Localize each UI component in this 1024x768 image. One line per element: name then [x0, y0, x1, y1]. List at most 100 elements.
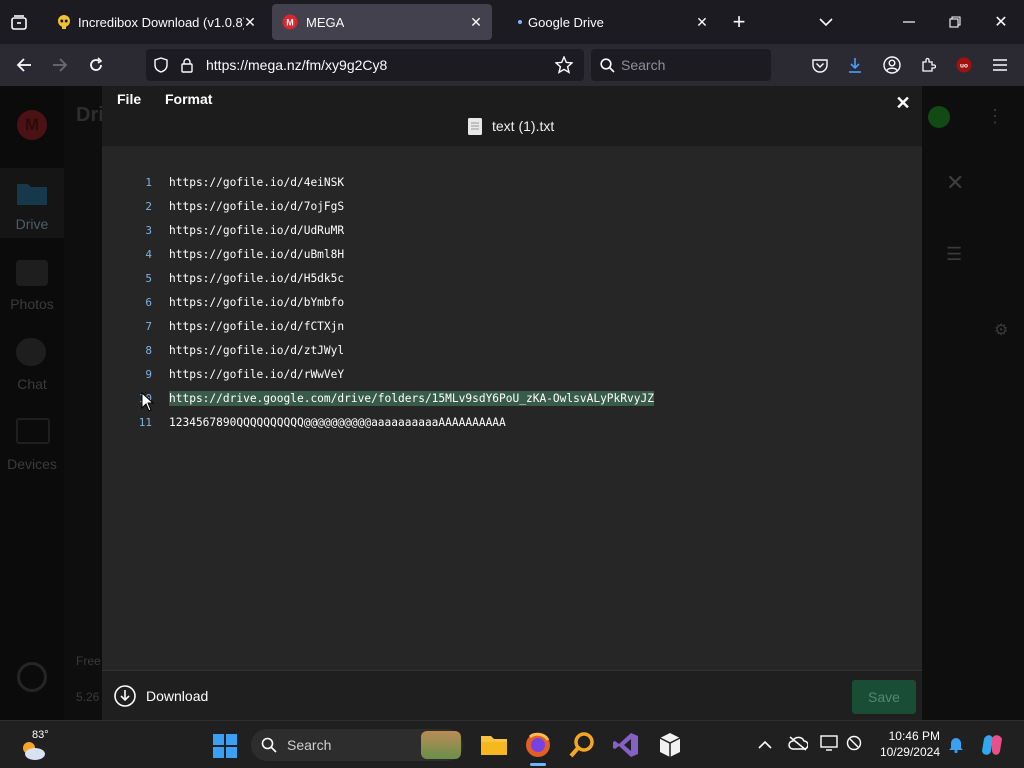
sidebar-item-drive[interactable]: Drive	[0, 168, 64, 238]
ublock-icon[interactable]: uo	[954, 55, 974, 75]
forward-icon[interactable]	[48, 53, 72, 77]
browser-tab-bar: Incredibox Download (v1.0.8) – ✕ M MEGA …	[0, 0, 1024, 44]
display-icon[interactable]	[820, 735, 840, 755]
tab-list-icon[interactable]	[8, 12, 30, 34]
chat-icon	[16, 338, 46, 366]
sidebar-item-photos[interactable]: Photos	[0, 256, 64, 316]
editor-line[interactable]: 5 https://gofile.io/d/H5dk5c	[102, 267, 922, 291]
save-button[interactable]: Save	[852, 680, 916, 714]
devices-icon	[16, 418, 50, 444]
tab-mega[interactable]: M MEGA ✕	[272, 4, 492, 40]
editor-line[interactable]: 4 https://gofile.io/d/uBml8H	[102, 243, 922, 267]
download-icon[interactable]	[845, 55, 865, 75]
weather-temp: 83°	[32, 729, 49, 741]
sidebar-item-label: Photos	[10, 296, 54, 312]
extensions-icon[interactable]	[918, 55, 938, 75]
line-number: 4	[145, 248, 152, 261]
editor-line[interactable]: 7 https://gofile.io/d/fCTXjn	[102, 315, 922, 339]
more-vertical-icon[interactable]: ⋮	[986, 106, 1004, 127]
tab-close-icon[interactable]: ✕	[468, 14, 484, 30]
network-icon[interactable]	[846, 735, 864, 755]
tab-incredibox[interactable]: Incredibox Download (v1.0.8) – ✕	[46, 4, 266, 40]
chevron-up-icon[interactable]	[758, 737, 774, 753]
bookmark-star-icon[interactable]	[554, 55, 574, 75]
editor-line[interactable]: 9 https://gofile.io/d/rWwVeY	[102, 363, 922, 387]
copilot-icon[interactable]	[980, 733, 1004, 757]
editor-line[interactable]: 3 https://gofile.io/d/UdRuMR	[102, 219, 922, 243]
weather-sun-cloud-icon	[20, 739, 46, 761]
magnifier-app-icon[interactable]	[568, 731, 596, 759]
text-editor-area[interactable]: 1 https://gofile.io/d/4eiNSK 2 https://gofi…	[102, 146, 922, 670]
notification-bell-icon[interactable]	[948, 735, 966, 755]
editor-footer: Download Save	[102, 670, 922, 720]
menu-file[interactable]: File	[117, 91, 141, 107]
close-icon[interactable]: ✕	[894, 94, 912, 112]
editor-line[interactable]: 10https://drive.google.com/drive/folders…	[102, 387, 922, 411]
weather-widget[interactable]: 83°	[18, 729, 62, 763]
chevron-down-icon[interactable]	[816, 11, 836, 33]
sidebar-item-chat[interactable]: Chat	[0, 336, 64, 396]
restore-icon[interactable]	[944, 11, 966, 33]
windows-taskbar: 83° Search 10:46 PM 10/29/2024	[0, 720, 1024, 768]
new-tab-icon[interactable]: +	[728, 9, 750, 34]
editor-line[interactable]: 6 https://gofile.io/d/bYmbfo	[102, 291, 922, 315]
line-text: https://gofile.io/d/fCTXjn	[169, 320, 345, 333]
menu-format[interactable]: Format	[165, 91, 212, 107]
gear-icon[interactable]: ⚙	[994, 320, 1008, 340]
dot-icon	[518, 20, 522, 24]
line-number: 1	[145, 176, 152, 189]
reload-icon[interactable]	[84, 53, 108, 77]
lock-icon[interactable]	[178, 56, 196, 74]
search-bar[interactable]: Search	[591, 49, 771, 81]
clock[interactable]: 10:46 PM 10/29/2024	[880, 728, 940, 760]
file-explorer-icon[interactable]	[480, 732, 508, 758]
photos-icon	[16, 260, 48, 286]
close-window-icon[interactable]: ✕	[990, 11, 1012, 33]
file-title: text (1).txt	[492, 118, 555, 134]
search-icon	[261, 737, 277, 753]
line-text: https://gofile.io/d/bYmbfo	[169, 296, 345, 309]
firefox-icon[interactable]	[524, 731, 552, 759]
package-app-icon[interactable]	[656, 731, 684, 759]
line-text: https://gofile.io/d/ztJWyl	[169, 344, 345, 357]
mega-logo-icon: M	[282, 14, 298, 30]
visual-studio-icon[interactable]	[612, 731, 640, 759]
mega-logo-icon[interactable]: M	[17, 110, 47, 140]
editor-line[interactable]: 1 https://gofile.io/d/4eiNSK	[102, 171, 922, 195]
sidebar-item-label: Drive	[15, 216, 49, 232]
back-icon[interactable]	[12, 53, 36, 77]
editor-line[interactable]: 2 https://gofile.io/d/7ojFgS	[102, 195, 922, 219]
url-bar[interactable]: https://mega.nz/fm/xy9g2Cy8	[146, 49, 584, 81]
shield-icon[interactable]	[152, 56, 170, 74]
menu-icon[interactable]	[990, 55, 1010, 75]
cloud-offline-icon[interactable]	[788, 735, 809, 755]
tab-label: MEGA	[306, 14, 345, 30]
pocket-icon[interactable]	[810, 55, 830, 75]
taskbar-active-indicator	[530, 763, 546, 766]
settings-ring-icon[interactable]	[17, 662, 47, 692]
line-number: 5	[145, 272, 152, 285]
minimize-icon[interactable]	[898, 11, 920, 33]
tab-close-icon[interactable]: ✕	[694, 14, 710, 30]
line-number: 11	[138, 416, 152, 429]
background-close-icon[interactable]: ✕	[946, 170, 964, 196]
start-button[interactable]	[213, 734, 237, 758]
sidebar-item-devices[interactable]: Devices	[0, 416, 64, 476]
tab-label: Incredibox Download (v1.0.8) –	[78, 14, 244, 30]
editor-line[interactable]: 8 https://gofile.io/d/ztJWyl	[102, 339, 922, 363]
line-number: 7	[145, 320, 152, 333]
line-text: https://gofile.io/d/H5dk5c	[169, 272, 345, 285]
taskbar-search[interactable]: Search	[251, 729, 463, 761]
storage-value: 5.26	[76, 690, 100, 704]
search-highlight-image-icon	[421, 731, 461, 759]
folder-icon	[16, 180, 48, 206]
tab-google-drive[interactable]: Google Drive ✕	[498, 4, 718, 40]
tab-close-icon[interactable]: ✕	[242, 14, 258, 30]
tab-label: Google Drive	[528, 14, 604, 30]
sidebar-item-label: Chat	[17, 376, 47, 392]
editor-line[interactable]: 11 1234567890QQQQQQQQQQ@@@@@@@@@@aaaaaaaa…	[102, 411, 922, 435]
mouse-cursor-icon	[141, 391, 155, 412]
account-icon[interactable]	[882, 55, 902, 75]
list-view-icon[interactable]: ☰	[946, 244, 962, 265]
download-button[interactable]: Download	[114, 671, 208, 721]
